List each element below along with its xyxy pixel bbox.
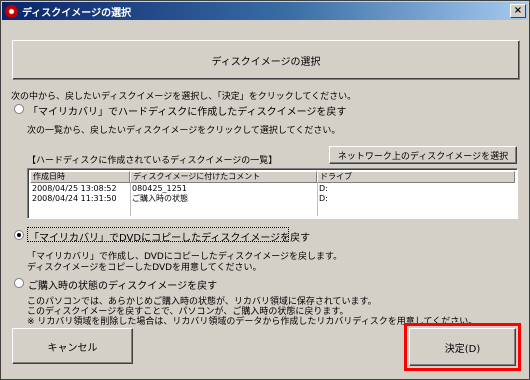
- network-image-button[interactable]: ネットワーク上のディスクイメージを選択: [329, 146, 517, 164]
- option3-label[interactable]: ご購入時の状態のディスクイメージを戻す: [28, 277, 217, 292]
- column-header-date[interactable]: 作成日時: [30, 171, 130, 183]
- banner-title: ディスクイメージの選択: [12, 40, 520, 80]
- instruction-text: 次の中から、戻したいディスクイメージを選択し、「決定」をクリックしてください。: [11, 92, 357, 102]
- title-bar: ディスクイメージの選択 ×: [2, 2, 528, 20]
- network-image-button-label: ネットワーク上のディスクイメージを選択: [337, 151, 509, 162]
- row-drive: D:: [319, 194, 328, 203]
- window-title: ディスクイメージの選択: [22, 7, 132, 19]
- close-button[interactable]: ×: [510, 4, 526, 18]
- list-header: 作成日時 ディスクイメージに付けたコメント ドライブ: [30, 171, 515, 183]
- row-date: 2008/04/24 11:31:50: [32, 194, 117, 203]
- row-date: 2008/04/25 13:08:52: [32, 184, 117, 193]
- option2-radio[interactable]: [14, 230, 24, 240]
- option2-line2: ディスクイメージをコピーしたDVDを用意してください。: [27, 263, 262, 273]
- table-row[interactable]: 2008/04/25 13:08:52 080425_1251 D:: [30, 184, 515, 194]
- dialog-window: ディスクイメージの選択 × ディスクイメージの選択 次の中から、戻したいディスク…: [0, 0, 530, 380]
- cancel-button[interactable]: キャンセル: [12, 328, 133, 364]
- column-header-comment[interactable]: ディスクイメージに付けたコメント: [130, 171, 317, 183]
- row-comment: 080425_1251: [132, 184, 187, 193]
- image-list-caption: 【ハードディスクに作成されているディスクイメージの一覧】: [27, 156, 278, 166]
- option1-radio[interactable]: [14, 104, 24, 114]
- row-drive: D:: [319, 184, 328, 193]
- column-header-drive[interactable]: ドライブ: [317, 171, 515, 183]
- cancel-button-label: キャンセル: [47, 342, 98, 354]
- banner-label: ディスクイメージの選択: [211, 56, 321, 68]
- table-row[interactable]: 2008/04/24 11:31:50 ご購入時の状態 D:: [30, 194, 515, 204]
- option3-radio[interactable]: [14, 278, 24, 288]
- option1-description: 次の一覧から、戻したいディスクイメージをクリックして選択してください。: [27, 126, 341, 136]
- option2-label[interactable]: 「マイリカバリ」でDVDにコピーしたディスクイメージを戻す: [29, 229, 310, 244]
- highlight-frame: [404, 323, 521, 371]
- row-comment: ご購入時の状態: [132, 194, 188, 203]
- option1-label[interactable]: 「マイリカバリ」でハードディスクに作成したディスクイメージを戻す: [28, 103, 346, 118]
- disk-image-list[interactable]: 作成日時 ディスクイメージに付けたコメント ドライブ 2008/04/25 13…: [27, 168, 518, 219]
- app-icon: [5, 4, 18, 18]
